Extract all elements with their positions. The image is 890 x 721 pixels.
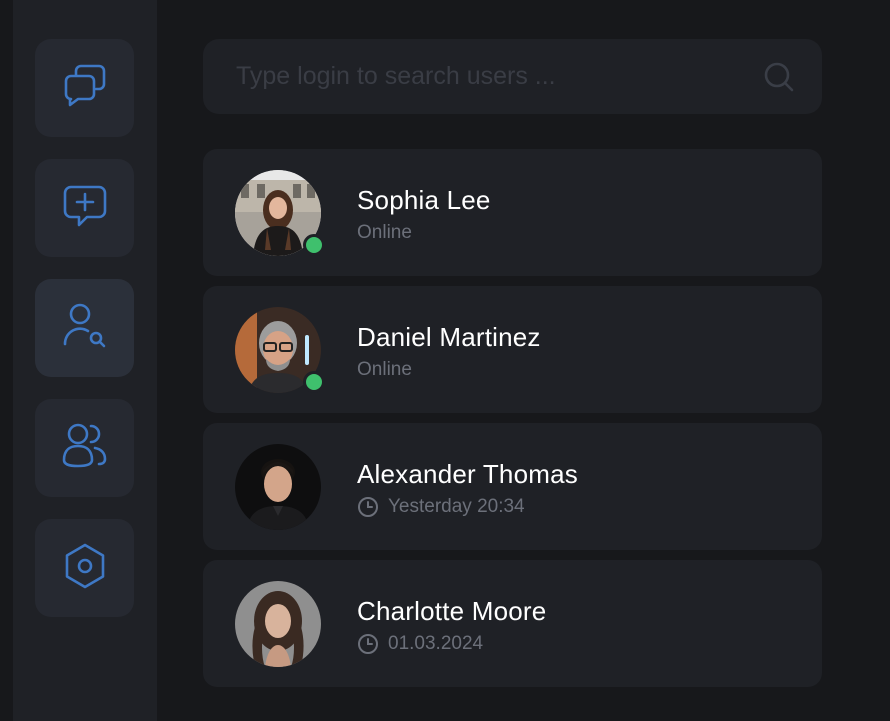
- sidebar-item-user-search[interactable]: [35, 279, 134, 377]
- avatar-wrapper: [235, 444, 321, 530]
- app-window: Sophia Lee Online: [0, 0, 890, 721]
- contacts-icon: [59, 420, 111, 477]
- user-status: Online: [357, 359, 412, 381]
- online-status-dot: [303, 371, 325, 393]
- sidebar-item-new-chat[interactable]: [35, 159, 134, 257]
- user-name: Alexander Thomas: [357, 459, 578, 489]
- chats-icon: [59, 60, 111, 117]
- user-status-text: Yesterday 20:34: [388, 496, 525, 517]
- avatar-wrapper: [235, 307, 325, 393]
- new-chat-icon: [59, 180, 111, 237]
- user-list: Sophia Lee Online Daniel Martinez Online…: [203, 149, 822, 687]
- avatar: [235, 444, 321, 530]
- user-status-text: Online: [357, 222, 412, 243]
- sidebar-item-contacts[interactable]: [35, 399, 134, 497]
- search-input[interactable]: [203, 39, 761, 114]
- search-bar: [203, 39, 822, 114]
- online-status-dot: [303, 234, 325, 256]
- user-name: Sophia Lee: [357, 185, 491, 215]
- user-status-text: Online: [357, 359, 412, 380]
- user-status: Yesterday 20:34: [357, 496, 525, 518]
- user-search-icon: [59, 300, 111, 357]
- user-card-daniel-martinez[interactable]: Daniel Martinez Online: [203, 286, 822, 413]
- main-panel: Sophia Lee Online: [203, 39, 822, 697]
- search-icon[interactable]: [761, 59, 797, 95]
- avatar-wrapper: [235, 581, 321, 667]
- user-status-text: 01.03.2024: [388, 633, 484, 654]
- avatar-wrapper: [235, 170, 325, 256]
- user-status: Online: [357, 222, 412, 244]
- clock-icon: [357, 496, 379, 518]
- user-card-alexander-thomas[interactable]: Alexander Thomas Yesterday 20:34: [203, 423, 822, 550]
- sidebar-item-chats[interactable]: [35, 39, 134, 137]
- user-card-sophia-lee[interactable]: Sophia Lee Online: [203, 149, 822, 276]
- sidebar: [13, 0, 157, 721]
- user-status: 01.03.2024: [357, 633, 483, 655]
- user-name: Charlotte Moore: [357, 596, 547, 626]
- user-card-charlotte-moore[interactable]: Charlotte Moore 01.03.2024: [203, 560, 822, 687]
- sidebar-item-settings[interactable]: [35, 519, 134, 617]
- avatar: [235, 581, 321, 667]
- clock-icon: [357, 633, 379, 655]
- user-name: Daniel Martinez: [357, 322, 541, 352]
- settings-icon: [59, 540, 111, 597]
